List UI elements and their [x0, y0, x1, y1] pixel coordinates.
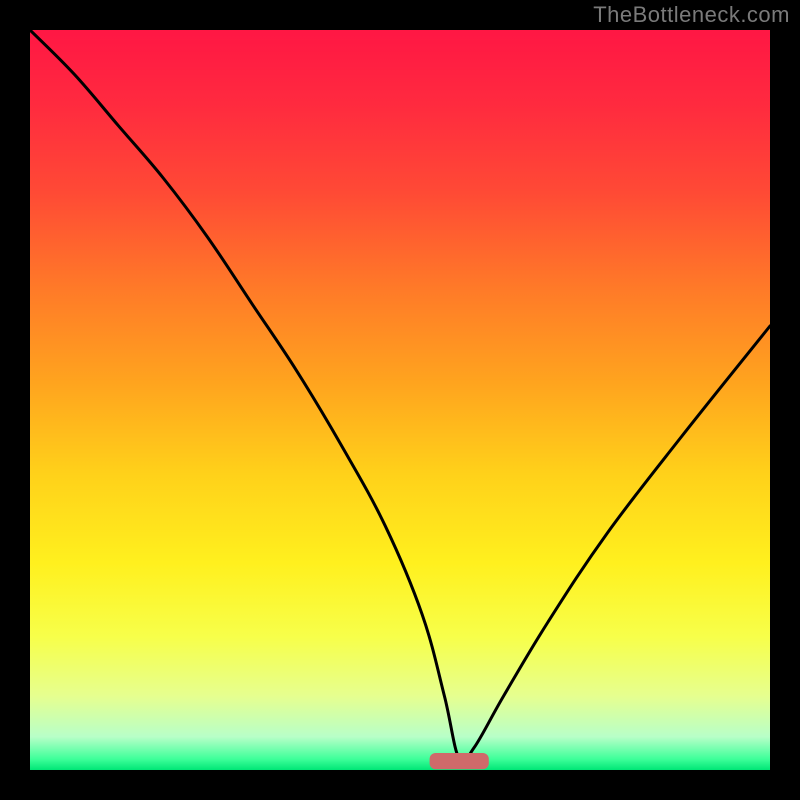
chart-svg	[30, 30, 770, 770]
gradient-background	[30, 30, 770, 770]
optimum-marker	[430, 753, 489, 769]
bottleneck-chart	[30, 30, 770, 770]
watermark-text: TheBottleneck.com	[593, 2, 790, 28]
